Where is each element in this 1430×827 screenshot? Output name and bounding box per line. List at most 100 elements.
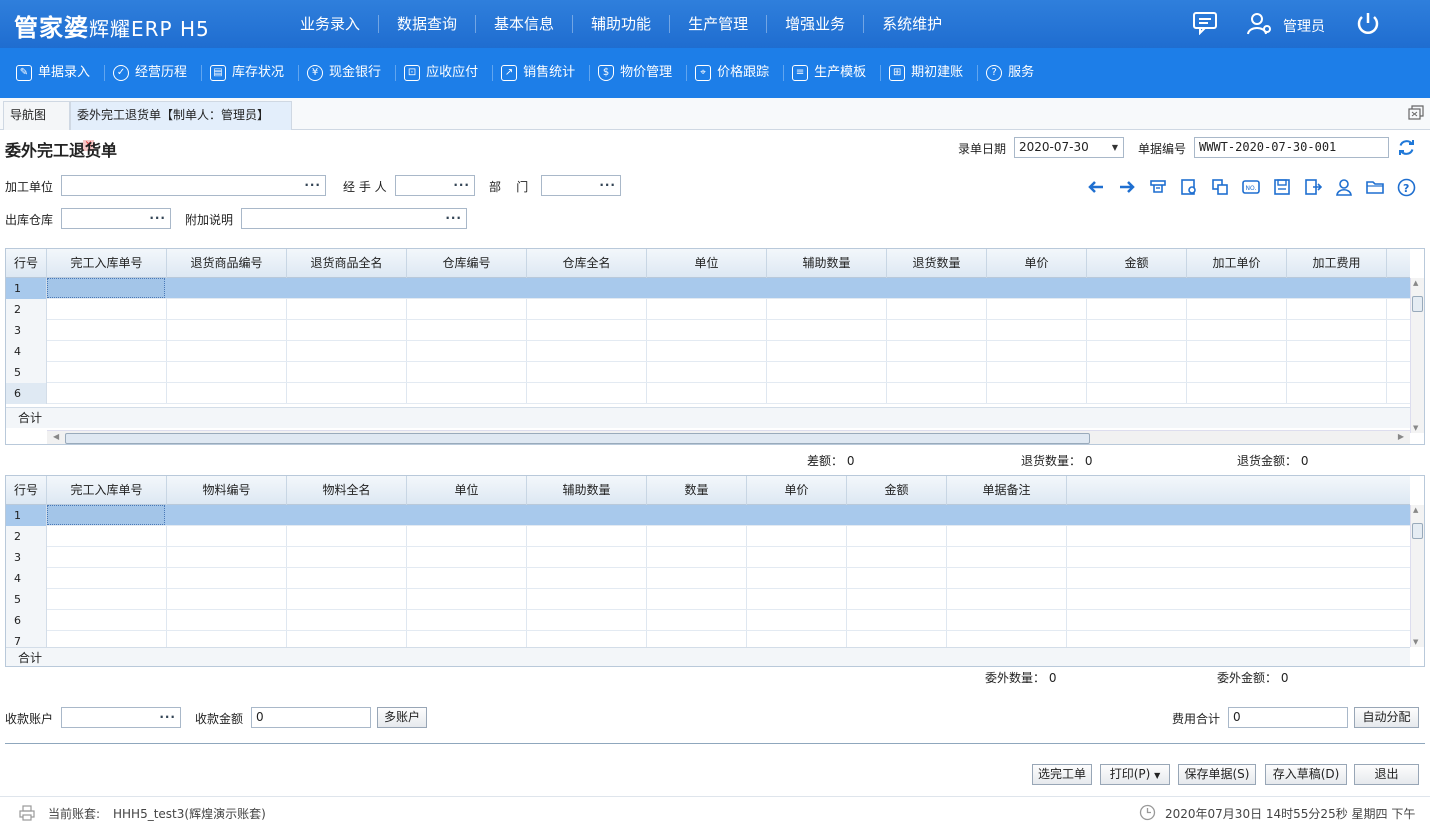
copy-icon[interactable] xyxy=(1210,178,1230,198)
table-row[interactable]: 2 xyxy=(6,526,1410,547)
table-row[interactable]: 6 xyxy=(6,610,1410,631)
person-icon[interactable] xyxy=(1334,178,1354,198)
department-field[interactable]: ··· xyxy=(541,175,621,196)
doc-number-field[interactable]: WWWT-2020-07-30-001 xyxy=(1194,137,1389,158)
table-row[interactable]: 5 xyxy=(6,589,1410,610)
column-header[interactable]: 单价 xyxy=(747,476,847,505)
menu-item-aux-functions[interactable]: 辅助功能 xyxy=(573,15,671,33)
receipt-account-field[interactable]: ··· xyxy=(61,707,181,728)
ellipsis-icon[interactable]: ··· xyxy=(159,708,176,727)
toolbar-inventory[interactable]: ▤ 库存状况 xyxy=(202,65,300,81)
ellipsis-icon[interactable]: ··· xyxy=(304,176,321,195)
arrow-right-icon[interactable] xyxy=(1117,178,1137,198)
column-header[interactable]: 退货商品编号 xyxy=(167,249,287,278)
warehouse-field[interactable]: ··· xyxy=(61,208,171,229)
toolbar-sales-stats[interactable]: ↗ 销售统计 xyxy=(493,65,591,81)
selected-cell[interactable] xyxy=(47,278,165,298)
column-header[interactable]: 完工入库单号 xyxy=(47,249,167,278)
column-header[interactable]: 数量 xyxy=(647,476,747,505)
column-header[interactable]: 行号 xyxy=(6,476,47,505)
folder-icon[interactable] xyxy=(1365,178,1385,198)
menu-item-data-query[interactable]: 数据查询 xyxy=(379,15,477,33)
user-icon[interactable] xyxy=(1246,12,1272,41)
table-row[interactable]: 4 xyxy=(6,568,1410,589)
multi-account-button[interactable]: 多账户 xyxy=(377,707,427,728)
ellipsis-icon[interactable]: ··· xyxy=(149,209,166,228)
selected-cell[interactable] xyxy=(47,505,165,525)
column-header[interactable]: 金额 xyxy=(1087,249,1187,278)
fee-total-field[interactable]: 0 xyxy=(1228,707,1348,728)
column-header[interactable]: 单价 xyxy=(987,249,1087,278)
column-header[interactable]: 单据备注 xyxy=(947,476,1067,505)
column-header[interactable]: 仓库全名 xyxy=(527,249,647,278)
settings-doc-icon[interactable] xyxy=(1179,178,1199,198)
export-icon[interactable] xyxy=(1303,178,1323,198)
menu-item-business-entry[interactable]: 业务录入 xyxy=(282,15,380,33)
power-icon[interactable] xyxy=(1355,11,1381,42)
toolbar-opening-balance[interactable]: ⊞ 期初建账 xyxy=(881,65,979,81)
table-row[interactable]: 3 xyxy=(6,547,1410,568)
save-button[interactable]: 保存单据(S) xyxy=(1178,764,1256,785)
tab-navigation[interactable]: 导航图 xyxy=(3,101,70,130)
remark-field[interactable]: ··· xyxy=(241,208,467,229)
current-user[interactable]: 管理员 xyxy=(1283,16,1325,36)
column-header[interactable]: 加工费用 xyxy=(1287,249,1387,278)
toolbar-price-tracking[interactable]: ⌖ 价格跟踪 xyxy=(687,65,785,81)
table-row[interactable]: 1 xyxy=(6,278,1410,299)
column-header[interactable]: 物料编号 xyxy=(167,476,287,505)
column-header[interactable]: 行号 xyxy=(6,249,47,278)
help-circle-icon[interactable]: ? xyxy=(1396,178,1416,198)
column-header[interactable]: 辅助数量 xyxy=(767,249,887,278)
column-header[interactable]: 仓库编号 xyxy=(407,249,527,278)
table-row[interactable]: 2 xyxy=(6,299,1410,320)
ellipsis-icon[interactable]: ··· xyxy=(445,209,462,228)
toolbar-price-management[interactable]: $ 物价管理 xyxy=(590,65,688,81)
column-header[interactable]: 物料全名 xyxy=(287,476,407,505)
column-header[interactable]: 单位 xyxy=(407,476,527,505)
stamp-icon[interactable] xyxy=(1148,178,1168,198)
table-row[interactable]: 4 xyxy=(6,341,1410,362)
arrow-left-icon[interactable] xyxy=(1086,178,1106,198)
table-row[interactable]: 5 xyxy=(6,362,1410,383)
refresh-icon[interactable] xyxy=(1397,138,1416,160)
handler-field[interactable]: ··· xyxy=(395,175,475,196)
save-disk-icon[interactable] xyxy=(1272,178,1292,198)
column-header[interactable]: 辅助数量 xyxy=(527,476,647,505)
toolbar-receivable-payable[interactable]: ⊡ 应收应付 xyxy=(396,65,494,81)
column-header[interactable]: 金额 xyxy=(847,476,947,505)
menu-item-enhanced[interactable]: 增强业务 xyxy=(767,15,865,33)
date-field[interactable]: 2020-07-30 ▼ xyxy=(1014,137,1124,158)
toolbar-business-history[interactable]: ✓ 经营历程 xyxy=(105,65,203,81)
restore-window-icon[interactable] xyxy=(1408,105,1425,124)
number-icon[interactable]: NO. xyxy=(1241,178,1261,198)
processing-unit-field[interactable]: ··· xyxy=(61,175,326,196)
menu-item-production[interactable]: 生产管理 xyxy=(670,15,768,33)
table-row[interactable]: 1 xyxy=(6,505,1410,526)
column-header[interactable]: 完工入库单号 xyxy=(47,476,167,505)
auto-allocate-button[interactable]: 自动分配 xyxy=(1354,707,1419,728)
column-header[interactable]: 退货数量 xyxy=(887,249,987,278)
menu-item-system[interactable]: 系统维护 xyxy=(864,15,960,33)
print-button[interactable]: 打印(P) ▼ xyxy=(1100,764,1170,785)
save-draft-button[interactable]: 存入草稿(D) xyxy=(1265,764,1347,785)
exit-button[interactable]: 退出 xyxy=(1354,764,1419,785)
toolbar-production-template[interactable]: ≡ 生产模板 xyxy=(784,65,882,81)
tab-outsourcing-return[interactable]: 委外完工退货单【制单人：管理员】✕ xyxy=(70,101,292,151)
menu-item-basic-info[interactable]: 基本信息 xyxy=(476,15,574,33)
table-row[interactable]: 3 xyxy=(6,320,1410,341)
column-header[interactable]: 单位 xyxy=(647,249,767,278)
message-icon[interactable] xyxy=(1192,11,1218,40)
table-row[interactable]: 7 xyxy=(6,631,1410,648)
horizontal-scrollbar[interactable]: ◀ ▶ xyxy=(47,430,1410,444)
column-header[interactable]: 加工单价 xyxy=(1187,249,1287,278)
table-row[interactable]: 6 xyxy=(6,383,1410,404)
toolbar-document-entry[interactable]: ✎ 单据录入 xyxy=(8,65,106,81)
toolbar-service[interactable]: ? 服务 xyxy=(978,65,1048,81)
vertical-scrollbar[interactable]: ▲ ▼ xyxy=(1410,505,1424,647)
receipt-amount-field[interactable]: 0 xyxy=(251,707,371,728)
column-header[interactable]: 退货商品全名 xyxy=(287,249,407,278)
ellipsis-icon[interactable]: ··· xyxy=(453,176,470,195)
ellipsis-icon[interactable]: ··· xyxy=(599,176,616,195)
select-work-order-button[interactable]: 选完工单 xyxy=(1032,764,1092,785)
toolbar-cash-bank[interactable]: ¥ 现金银行 xyxy=(299,65,397,81)
